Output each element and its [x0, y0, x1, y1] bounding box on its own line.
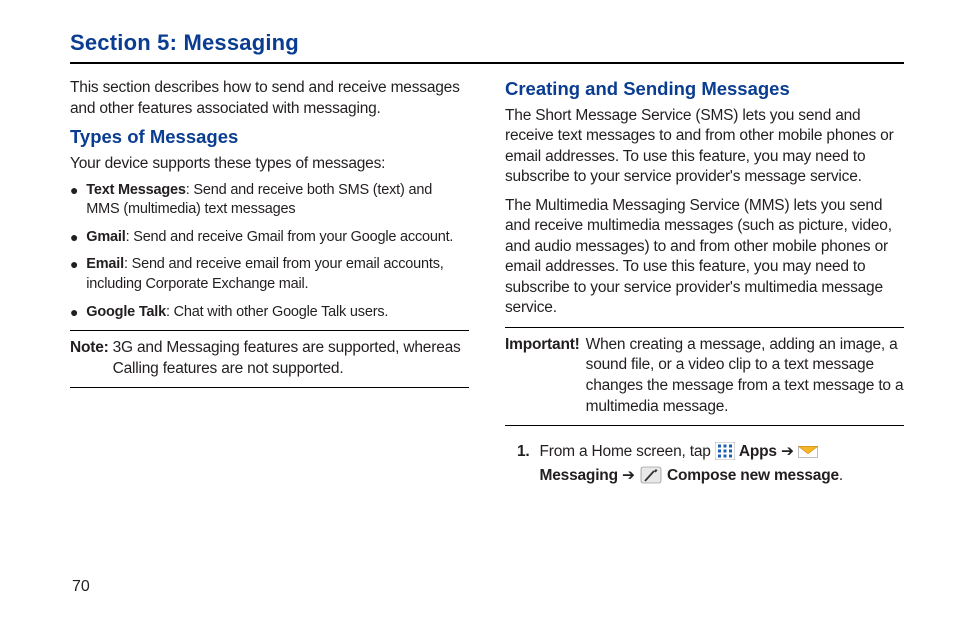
step-content: From a Home screen, tap Apps ➔	[540, 440, 904, 488]
compose-icon	[639, 465, 663, 485]
step-number: 1.	[517, 440, 530, 488]
messaging-label: Messaging	[540, 467, 622, 484]
step-period: .	[839, 467, 843, 484]
important-block: Important! When creating a message, addi…	[505, 327, 904, 427]
note-block: Note: 3G and Messaging features are supp…	[70, 330, 469, 388]
bullet-desc: : Chat with other Google Talk users.	[166, 304, 388, 320]
bullet-desc: : Send and receive Gmail from your Googl…	[126, 229, 454, 245]
important-content: When creating a message, adding an image…	[586, 335, 904, 419]
step-item: 1. From a Home screen, tap	[505, 440, 904, 488]
step-list: 1. From a Home screen, tap	[505, 440, 904, 488]
arrow-icon: ➔	[781, 443, 794, 460]
columns-container: This section describes how to send and r…	[70, 78, 904, 488]
bullet-label: Google Talk	[86, 304, 166, 320]
bullet-label: Email	[86, 256, 124, 272]
types-heading: Types of Messages	[70, 126, 469, 148]
page-number: 70	[72, 578, 90, 596]
list-item: ● Gmail: Send and receive Gmail from you…	[70, 228, 469, 248]
bullet-label: Gmail	[86, 229, 125, 245]
types-intro: Your device supports these types of mess…	[70, 154, 469, 175]
compose-label: Compose new message	[667, 467, 839, 484]
left-column: This section describes how to send and r…	[70, 78, 469, 488]
arrow-icon: ➔	[622, 467, 635, 484]
mms-paragraph: The Multimedia Messaging Service (MMS) l…	[505, 196, 904, 319]
list-item: ● Text Messages: Send and receive both S…	[70, 181, 469, 220]
right-column: Creating and Sending Messages The Short …	[505, 78, 904, 488]
message-types-list: ● Text Messages: Send and receive both S…	[70, 181, 469, 322]
list-item: ● Google Talk: Chat with other Google Ta…	[70, 303, 469, 323]
bullet-icon: ●	[70, 181, 78, 200]
section-title: Section 5: Messaging	[70, 30, 904, 64]
envelope-icon	[798, 442, 818, 460]
apps-grid-icon	[715, 442, 735, 460]
intro-paragraph: This section describes how to send and r…	[70, 78, 469, 120]
list-item: ● Email: Send and receive email from you…	[70, 255, 469, 294]
sms-paragraph: The Short Message Service (SMS) lets you…	[505, 106, 904, 188]
bullet-icon: ●	[70, 228, 78, 247]
bullet-icon: ●	[70, 255, 78, 274]
step-text-prefix: From a Home screen, tap	[540, 443, 715, 460]
bullet-label: Text Messages	[86, 182, 186, 198]
creating-heading: Creating and Sending Messages	[505, 78, 904, 100]
note-content: 3G and Messaging features are supported,…	[113, 338, 469, 380]
apps-label: Apps	[739, 443, 781, 460]
bullet-icon: ●	[70, 303, 78, 322]
bullet-desc: : Send and receive email from your email…	[86, 256, 443, 292]
important-label: Important!	[505, 335, 580, 419]
note-label: Note:	[70, 338, 109, 380]
